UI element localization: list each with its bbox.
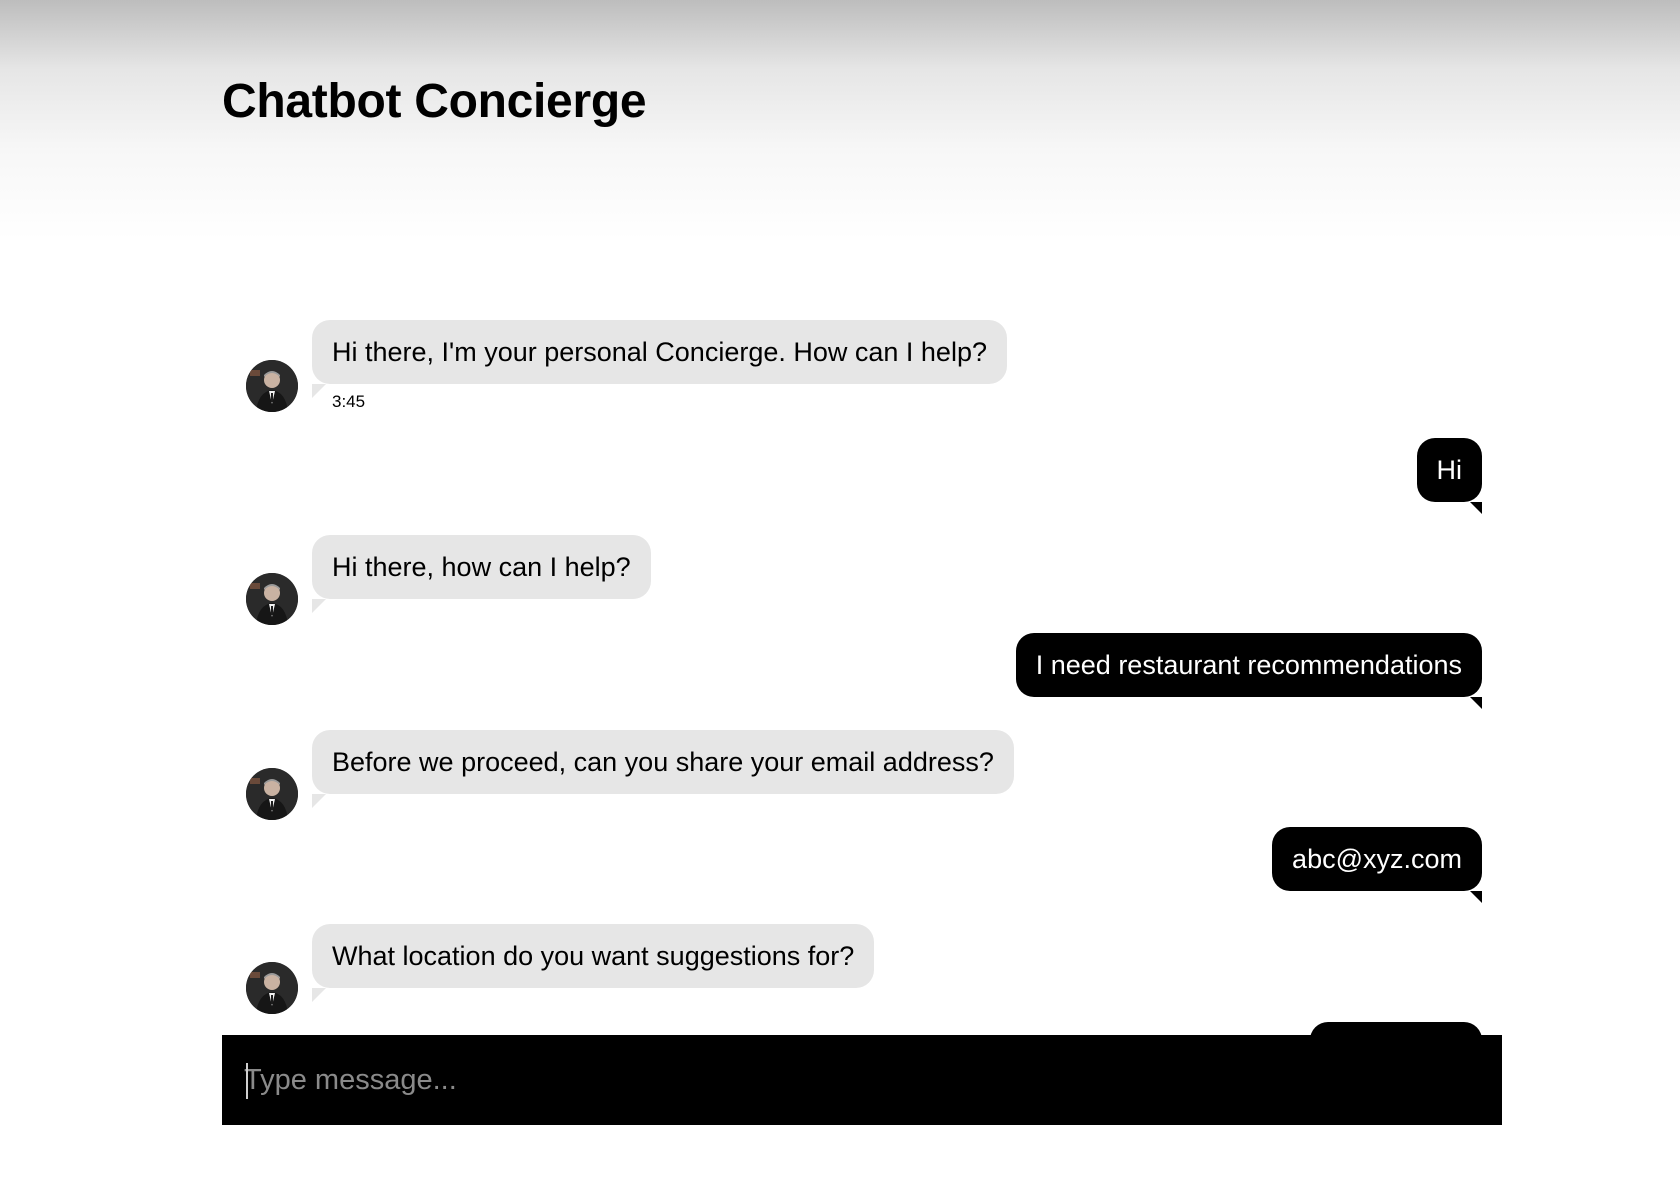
message-timestamp: 3:45 [332, 392, 366, 411]
user-bubble [1310, 1022, 1482, 1035]
bot-message: What location do you want suggestions fo… [222, 924, 1482, 1024]
concierge-avatar-icon [246, 962, 298, 1014]
user-bubble: abc@xyz.com [1272, 827, 1482, 891]
user-message: Hi [222, 438, 1482, 518]
bot-bubble: Hi there, I'm your personal Concierge. H… [312, 320, 1007, 384]
bubble-tail [1470, 697, 1482, 709]
user-message: abc@xyz.com [222, 827, 1482, 907]
message-composer [222, 1035, 1502, 1125]
concierge-avatar-icon [246, 360, 298, 412]
user-message [222, 1022, 1482, 1035]
bot-bubble: Hi there, how can I help? [312, 535, 651, 599]
message-input[interactable] [244, 1035, 1474, 1125]
bot-message: Before we proceed, can you share your em… [222, 730, 1482, 830]
user-bubble: I need restaurant recommendations [1015, 633, 1482, 697]
chat-window[interactable]: Hi there, I'm your personal Concierge. H… [222, 240, 1502, 1035]
bot-message: Hi there, I'm your personal Concierge. H… [222, 320, 1482, 440]
bubble-tail [1470, 502, 1482, 514]
page-title: Chatbot Concierge [222, 75, 647, 128]
bubble-tail [312, 794, 326, 808]
bubble-tail [312, 384, 326, 398]
user-bubble: Hi [1416, 438, 1482, 502]
bot-bubble: Before we proceed, can you share your em… [312, 730, 1014, 794]
bubble-tail [312, 599, 326, 613]
concierge-avatar-icon [246, 573, 298, 625]
bubble-tail [312, 988, 326, 1002]
concierge-avatar-icon [246, 768, 298, 820]
user-message: I need restaurant recommendations [222, 633, 1482, 713]
bubble-tail [1470, 891, 1482, 903]
bot-message: Hi there, how can I help? [222, 535, 1482, 635]
bot-bubble: What location do you want suggestions fo… [312, 924, 875, 988]
text-caret [246, 1063, 248, 1099]
